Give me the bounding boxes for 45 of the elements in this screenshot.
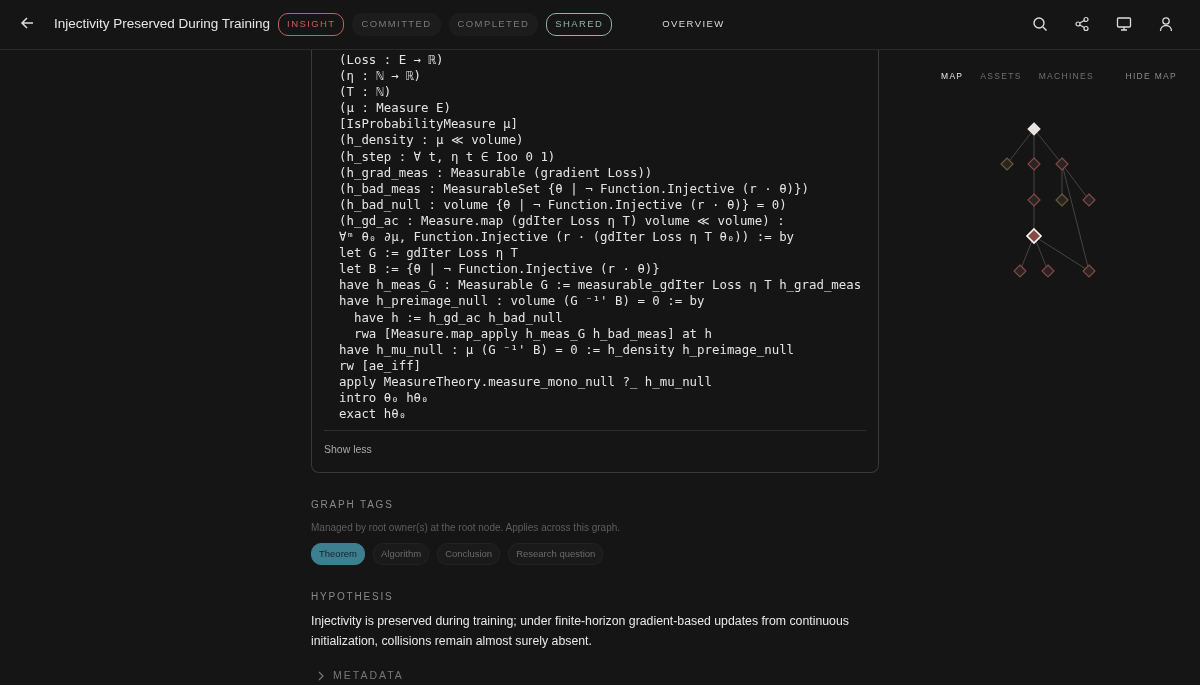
status-badge: COMMITTED (352, 13, 441, 36)
code-line: (h_gd_ac : Measure.map (gdIter Loss η T) volume ≪ volume) : (338, 212, 786, 230)
code-line: [IsProbabilityMeasure μ] (338, 116, 520, 133)
show-less-link[interactable]: Show less (324, 431, 372, 472)
code-line: rw [ae_iff] (338, 357, 423, 374)
code-line: have h_preimage_null : volume (G ⁻¹' B) = 0 := by (338, 293, 706, 310)
hypothesis-text: Injectivity is preserved during training; under finite-horizon gradient-based updates from continuous initialization, collisions remain almost surely absent. (311, 613, 850, 650)
code-line: let B := {θ | ¬ Function.Injective (r · θ)} (338, 261, 661, 278)
code-line: (h_grad_meas : Measurable (gradient Loss)) (338, 164, 654, 181)
code-line: (h_bad_null : volume {θ | ¬ Function.Injective (r · θ)} = 0) (338, 196, 788, 213)
monitor-icon[interactable] (1116, 15, 1134, 34)
code-line: (T : ℕ) (338, 84, 393, 101)
code-line: (Loss : E → ℝ) (338, 52, 445, 69)
status-badge: COMPLETED (448, 13, 539, 36)
code-line: (η : ℕ → ℝ) (338, 68, 423, 85)
map-tab[interactable]: MAP (941, 70, 964, 83)
share-icon[interactable] (1074, 15, 1092, 34)
code-line: have h_meas_G : Measurable G := measurable_gdIter Loss η T h_grad_meas (338, 277, 863, 294)
code-line: (h_bad_meas : MeasurableSet {θ | ¬ Function.Injective (r · θ)}) (338, 180, 810, 197)
section-heading: GRAPH TAGS (311, 497, 395, 512)
code-line: have h := h_gd_ac h_bad_null (352, 309, 564, 326)
code-line: exact hθ₀ (338, 406, 408, 423)
hide-map-button[interactable]: HIDE MAP (1125, 70, 1177, 83)
map-tab[interactable]: MACHINES (1038, 70, 1094, 83)
status-badge: SHARED (546, 13, 613, 36)
tags-note: Managed by root owner(s) at the root node. Applies across this graph. (311, 520, 622, 535)
section-heading: HYPOTHESIS (311, 590, 395, 605)
code-line: (h_step : ∀ t, η t ∈ Ioo 0 1) (338, 148, 557, 165)
status-badge: INSIGHT (278, 13, 345, 36)
tag-chip[interactable]: Conclusion (437, 542, 501, 566)
code-line: (μ : Measure E) (338, 100, 452, 117)
code-line: rwa [Measure.map_apply h_meas_G h_bad_meas] at h (352, 325, 713, 342)
map-tab[interactable]: ASSETS (980, 70, 1022, 83)
code-line: (h_density : μ ≪ volume) (338, 132, 525, 149)
metadata-toggle[interactable]: METADATA (311, 667, 410, 685)
tag-chip[interactable]: Theorem (311, 542, 365, 566)
code-line: intro θ₀ hθ₀ (338, 389, 430, 407)
code-line: let G := gdIter Loss η T (338, 245, 520, 262)
code-line: ∀ᵐ θ₀ ∂μ, Function.Injective (r · (gdIter Loss η T θ₀)) := by (338, 229, 796, 246)
code-line: have h_mu_null : μ (G ⁻¹' B) = 0 := h_density h_preimage_null (338, 341, 796, 358)
code-line: apply MeasureTheory.measure_mono_null ?_ h_mu_null (338, 373, 713, 390)
tag-chip[interactable]: Research question (508, 542, 604, 566)
page-title: Injectivity Preserved During Training (54, 15, 271, 34)
tag-chip[interactable]: Algorithm (373, 542, 430, 566)
overview-link[interactable]: OVERVIEW (662, 17, 725, 32)
